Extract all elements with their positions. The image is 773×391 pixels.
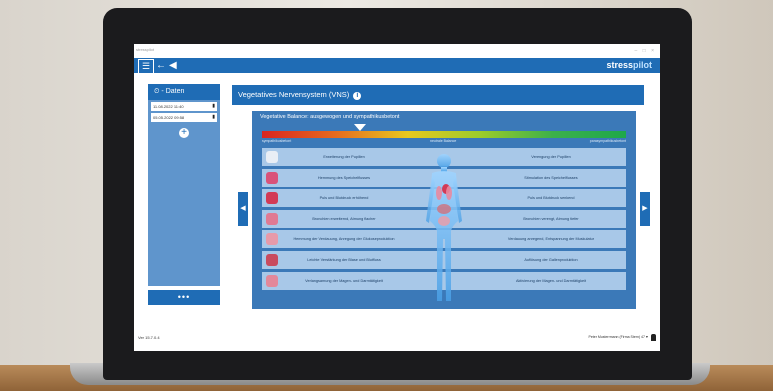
human-body-icon [426, 154, 462, 301]
date-item[interactable]: 05.05.2022 09:58 ▮ [151, 113, 217, 122]
date-label: 11.08.2022 11:40 [153, 104, 184, 109]
brand-prefix: stress [606, 60, 633, 70]
vns-panel: Vegetative Balance: ausgewogen und sympa… [252, 111, 636, 309]
parasympathetic-effect: Verengung der Pupillen [531, 155, 571, 159]
balance-title: Vegetative Balance: ausgewogen und sympa… [260, 114, 400, 120]
app-screen: stresspilot – □ × ☰ ← ◀ stresspilot ⏲ - … [134, 44, 660, 351]
prev-page-button[interactable]: ◀ [238, 192, 248, 226]
date-label: 05.05.2022 09:58 [153, 115, 185, 120]
version-label: Ver 15.7.0.4 [138, 335, 160, 340]
sympathetic-effect: Erweiterung der Pupillen [323, 155, 365, 159]
add-date-button[interactable]: + [179, 128, 189, 138]
app-toolbar [134, 58, 660, 73]
user-label: Peter Musterrmann (Firma Stern) 47 ♥ [588, 335, 648, 339]
parasympathetic-effect: Stimulation des Speichelflusses [524, 175, 578, 180]
heart-icon [266, 192, 278, 205]
parasympathetic-effect: Bronchien verengt, Atmung tiefer [523, 216, 579, 221]
user-icon[interactable] [651, 334, 656, 341]
sympathetic-effect: Leichte Verstärkung der Blase und Blutfl… [307, 257, 381, 262]
sympathetic-effect: Hemmung des Speichelflusses [317, 175, 371, 180]
gauge-marker [354, 124, 367, 131]
sympathetic-effect: Hemmung der Verdauung, Anregung der Gluk… [293, 237, 395, 242]
dates-header-label: Daten [165, 88, 185, 95]
page-title: Vegetatives Nervensystem (VNS) [238, 90, 350, 99]
lungs-icon [266, 212, 278, 225]
intestine-icon [266, 274, 278, 287]
next-page-button[interactable]: ▶ [640, 192, 650, 226]
eye-icon [266, 151, 278, 163]
menu-icon[interactable]: ☰ [138, 59, 154, 74]
clock-icon: ⏲ [154, 88, 160, 95]
trash-icon[interactable]: ▮ [212, 113, 215, 122]
gauge-labels: sympathikusbetont neutrale Balance paras… [262, 139, 626, 144]
parasympathetic-effect: Verdauung anregend, Entspannung der Musk… [507, 237, 595, 242]
balance-gauge [262, 131, 626, 138]
gauge-label-left: sympathikusbetont [262, 139, 292, 143]
mouth-icon [266, 171, 278, 184]
date-item[interactable]: 11.08.2022 11:40 ▮ [151, 102, 217, 111]
status-bar: Ver 15.7.0.4 Peter Musterrmann (Firma St… [134, 329, 660, 351]
window-title: stresspilot [136, 47, 155, 52]
gauge-label-center: neutrale Balance [430, 139, 457, 143]
dates-panel: ⏲ - Daten 11.08.2022 11:40 ▮ 05.05.2022 … [148, 84, 220, 286]
parasympathetic-effect: Puls und Blutdruck senkend [527, 196, 575, 201]
more-button[interactable]: ••• [148, 290, 220, 305]
brand-suffix: pilot [633, 60, 652, 70]
parasympathetic-effect: Auflösung der Gallenproduktion [524, 257, 578, 262]
stomach-icon [266, 233, 278, 246]
trash-icon[interactable]: ▮ [212, 102, 215, 111]
gauge-label-right: parasympathikusbetont [589, 139, 626, 143]
window-controls[interactable]: – □ × [635, 48, 657, 54]
speaker-icon[interactable]: ◀ [169, 59, 177, 72]
sympathetic-effect: Bronchien erweiternd, Atmung flacher [312, 216, 376, 221]
info-icon[interactable]: i [353, 92, 362, 100]
back-arrow-icon[interactable]: ← [156, 59, 166, 72]
liver-icon [266, 253, 278, 266]
parasympathetic-effect: Aktivierung der Magen- und Darmtätigkeit [515, 278, 587, 283]
brand-logo: stresspilot [606, 60, 652, 70]
dates-header[interactable]: ⏲ - Daten [148, 84, 220, 100]
sympathetic-effect: Verlangsamung der Magen- und Darmtätigke… [305, 278, 383, 283]
sympathetic-effect: Puls und Blutdruck erhöhend [319, 196, 369, 201]
page-title-bar: Vegetatives Nervensystem (VNS) i [232, 85, 644, 105]
